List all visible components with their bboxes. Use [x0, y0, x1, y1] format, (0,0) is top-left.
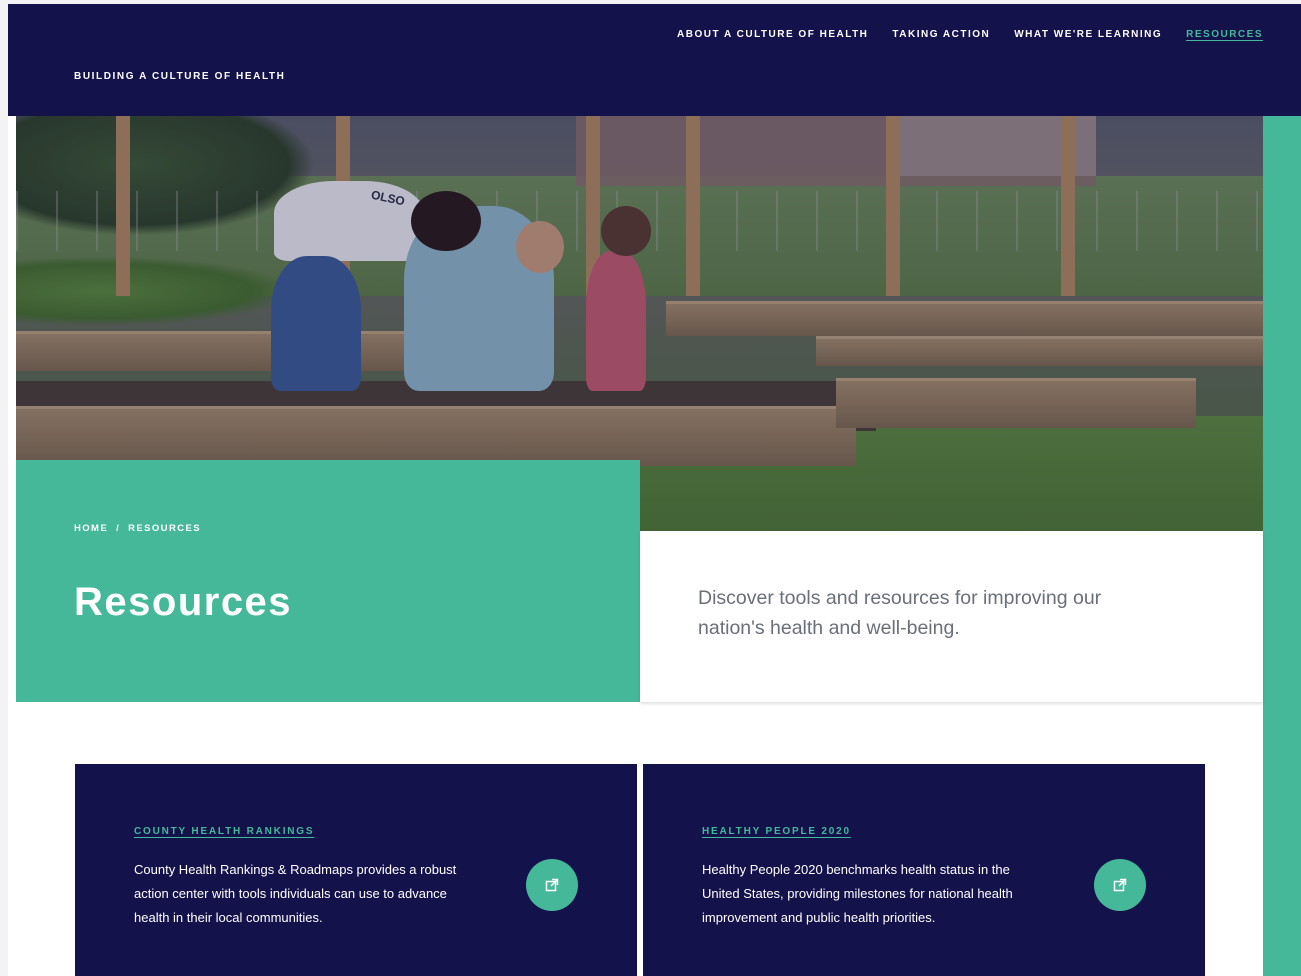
card-description: County Health Rankings & Roadmaps provid… [134, 862, 457, 925]
external-link-icon [1113, 878, 1127, 892]
nav-what-we-are-learning[interactable]: WHAT WE'RE LEARNING [1014, 29, 1162, 40]
external-link-button[interactable] [1094, 859, 1146, 911]
breadcrumb: HOME / RESOURCES [74, 523, 201, 534]
main-nav: ABOUT A CULTURE OF HEALTH TAKING ACTION … [677, 29, 1263, 40]
resource-card: COUNTY HEALTH RANKINGS County Health Ran… [75, 764, 637, 976]
page-description: Discover tools and resources for improvi… [698, 587, 1102, 639]
browser-viewport: BUILDING A CULTURE OF HEALTH ABOUT A CUL… [0, 0, 1301, 976]
page-description-box: Discover tools and resources for improvi… [640, 531, 1263, 702]
card-description: Healthy People 2020 benchmarks health st… [702, 862, 1013, 925]
resource-card: HEALTHY PEOPLE 2020 Healthy People 2020 … [643, 764, 1205, 976]
page-title-block: HOME / RESOURCES Resources [16, 460, 640, 702]
card-title-link[interactable]: COUNTY HEALTH RANKINGS [134, 826, 314, 837]
page: BUILDING A CULTURE OF HEALTH ABOUT A CUL… [8, 4, 1301, 976]
external-link-button[interactable] [526, 859, 578, 911]
card-title-link[interactable]: HEALTHY PEOPLE 2020 [702, 826, 851, 837]
nav-about[interactable]: ABOUT A CULTURE OF HEALTH [677, 29, 868, 40]
nav-taking-action[interactable]: TAKING ACTION [892, 29, 990, 40]
nav-resources[interactable]: RESOURCES [1186, 29, 1263, 40]
site-header: BUILDING A CULTURE OF HEALTH ABOUT A CUL… [8, 4, 1301, 116]
side-accent-strip [1263, 116, 1301, 976]
breadcrumb-current: RESOURCES [128, 523, 201, 534]
external-link-icon [545, 878, 559, 892]
breadcrumb-home[interactable]: HOME [74, 523, 108, 534]
site-brand-link[interactable]: BUILDING A CULTURE OF HEALTH [74, 71, 285, 82]
page-title: Resources [74, 580, 293, 624]
breadcrumb-separator: / [116, 523, 121, 534]
